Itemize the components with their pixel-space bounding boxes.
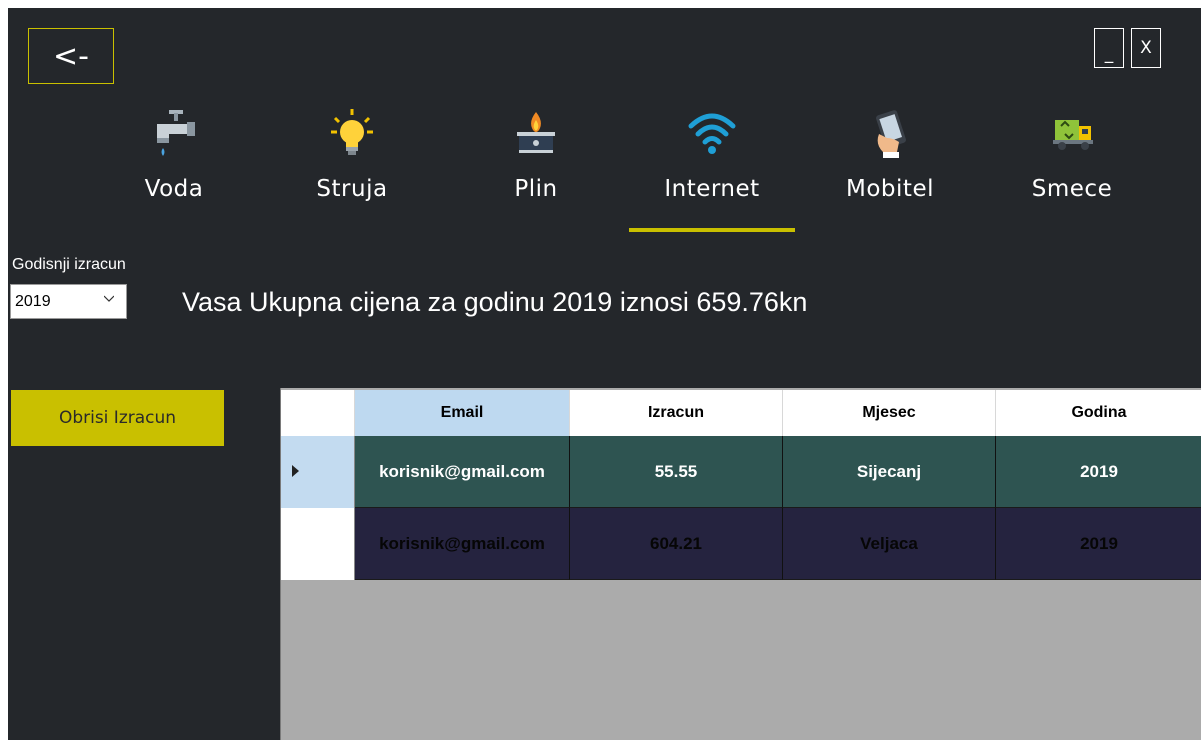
column-header-mjesec[interactable]: Mjesec [783,390,996,436]
delete-calculation-button[interactable]: Obrisi Izracun [11,390,224,446]
nav-label-voda: Voda [144,176,204,202]
table-row[interactable]: korisnik@gmail.com 55.55 Sijecanj 2019 [281,436,1201,508]
cell-email[interactable]: korisnik@gmail.com [355,508,570,580]
chevron-down-icon [104,295,114,302]
grid-corner [281,390,355,436]
mobile-phone-icon [876,110,906,158]
row-header[interactable] [281,436,355,508]
active-tab-indicator [629,228,795,232]
light-bulb-icon [331,109,373,155]
close-button[interactable]: X [1131,28,1161,68]
year-select-value: 2019 [15,292,51,310]
table-row[interactable]: korisnik@gmail.com 604.21 Veljaca 2019 [281,508,1201,580]
nav-item-smece[interactable]: Smece [997,108,1147,218]
cell-mjesec[interactable]: Veljaca [783,508,996,580]
wifi-icon [688,113,736,154]
cell-izracun[interactable]: 55.55 [570,436,783,508]
cell-godina[interactable]: 2019 [996,436,1201,508]
back-button[interactable]: <- [28,28,114,84]
nav-label-internet: Internet [664,176,760,202]
cell-email[interactable]: korisnik@gmail.com [355,436,570,508]
grid-header: Email Izracun Mjesec Godina [281,390,1201,436]
row-header[interactable] [281,508,355,580]
nav-label-smece: Smece [1031,176,1113,202]
app-window: <- _ X Voda Struja Plin Internet Mobitel… [8,8,1201,740]
nav-item-internet[interactable]: Internet [637,108,787,218]
water-tap-icon [157,110,195,156]
nav-label-struja: Struja [316,176,388,202]
garbage-truck-icon [1053,120,1093,150]
data-grid[interactable]: Email Izracun Mjesec Godina korisnik@gma… [280,388,1201,740]
annual-total-text: Vasa Ukupna cijena za godinu 2019 iznosi… [182,287,808,317]
cell-izracun[interactable]: 604.21 [570,508,783,580]
nav-label-mobitel: Mobitel [846,176,934,202]
gas-stove-icon [517,112,555,153]
current-row-arrow-icon [292,465,299,477]
column-header-izracun[interactable]: Izracun [570,390,783,436]
year-select[interactable]: 2019 [10,284,127,319]
nav-item-voda[interactable]: Voda [99,108,249,218]
nav-item-struja[interactable]: Struja [277,108,427,218]
nav-label-plin: Plin [514,176,558,202]
column-header-email[interactable]: Email [355,390,570,436]
annual-calculation-label: Godisnji izracun [12,256,126,273]
nav-item-mobitel[interactable]: Mobitel [815,108,965,218]
nav-item-plin[interactable]: Plin [461,108,611,218]
cell-godina[interactable]: 2019 [996,508,1201,580]
minimize-label: _ [1104,44,1114,64]
column-header-godina[interactable]: Godina [996,390,1201,436]
cell-mjesec[interactable]: Sijecanj [783,436,996,508]
minimize-button[interactable]: _ [1094,28,1124,68]
